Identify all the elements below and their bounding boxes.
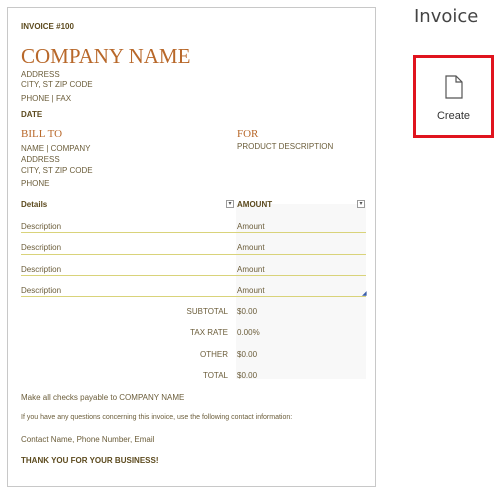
- bill-to-city: CITY, ST ZIP CODE: [21, 166, 93, 175]
- tax-rate-label: TAX RATE: [190, 328, 228, 337]
- create-button[interactable]: Create: [413, 55, 494, 138]
- for-product-description: PRODUCT DESCRIPTION: [237, 142, 334, 151]
- table-row-description: Description: [21, 286, 62, 295]
- details-header: Details: [21, 200, 48, 209]
- table-row-description: Description: [21, 222, 62, 231]
- company-city: CITY, ST ZIP CODE: [21, 80, 93, 89]
- invoice-template-preview: INVOICE #100 COMPANY NAME ADDRESS CITY, …: [7, 7, 376, 487]
- create-button-label: Create: [436, 110, 471, 122]
- company-phone-fax: PHONE | FAX: [21, 94, 72, 103]
- contact-info: Contact Name, Phone Number, Email: [21, 435, 155, 444]
- invoice-number: INVOICE #100: [21, 22, 74, 31]
- table-row-divider: [21, 232, 366, 233]
- bill-to-name: NAME | COMPANY: [21, 144, 91, 153]
- other-label: OTHER: [200, 350, 228, 359]
- checks-payable-note: Make all checks payable to COMPANY NAME: [21, 393, 185, 402]
- company-address: ADDRESS: [21, 70, 60, 79]
- document-icon: [445, 75, 463, 99]
- company-name: COMPANY NAME: [21, 44, 191, 68]
- table-row-description: Description: [21, 265, 62, 274]
- total-value: $0.00: [237, 371, 258, 380]
- table-row-amount: Amount: [237, 243, 265, 252]
- other-value: $0.00: [237, 350, 258, 359]
- questions-note: If you have any questions concerning thi…: [21, 414, 293, 421]
- table-row-divider: [21, 296, 366, 297]
- bill-to-phone: PHONE: [21, 179, 50, 188]
- table-resize-handle[interactable]: ◢: [362, 290, 367, 297]
- table-row-description: Description: [21, 243, 62, 252]
- subtotal-label: SUBTOTAL: [186, 307, 229, 316]
- template-title: Invoice: [414, 6, 479, 27]
- bill-to-heading: BILL TO: [21, 128, 63, 140]
- invoice-date: DATE: [21, 110, 43, 119]
- bill-to-address: ADDRESS: [21, 155, 60, 164]
- thank-you-message: THANK YOU FOR YOUR BUSINESS!: [21, 456, 159, 465]
- amount-header: AMOUNT: [237, 200, 273, 209]
- table-row-amount: Amount: [237, 222, 265, 231]
- for-heading: FOR: [237, 128, 259, 140]
- tax-rate-value: 0.00%: [237, 328, 260, 337]
- table-row-amount: Amount: [237, 286, 265, 295]
- subtotal-value: $0.00: [237, 307, 258, 316]
- table-row-divider: [21, 275, 366, 276]
- total-label: TOTAL: [202, 371, 228, 380]
- details-filter-dropdown[interactable]: ▾: [226, 200, 234, 208]
- amount-filter-dropdown[interactable]: ▾: [357, 200, 365, 208]
- table-row-amount: Amount: [237, 265, 265, 274]
- table-row-divider: [21, 254, 366, 255]
